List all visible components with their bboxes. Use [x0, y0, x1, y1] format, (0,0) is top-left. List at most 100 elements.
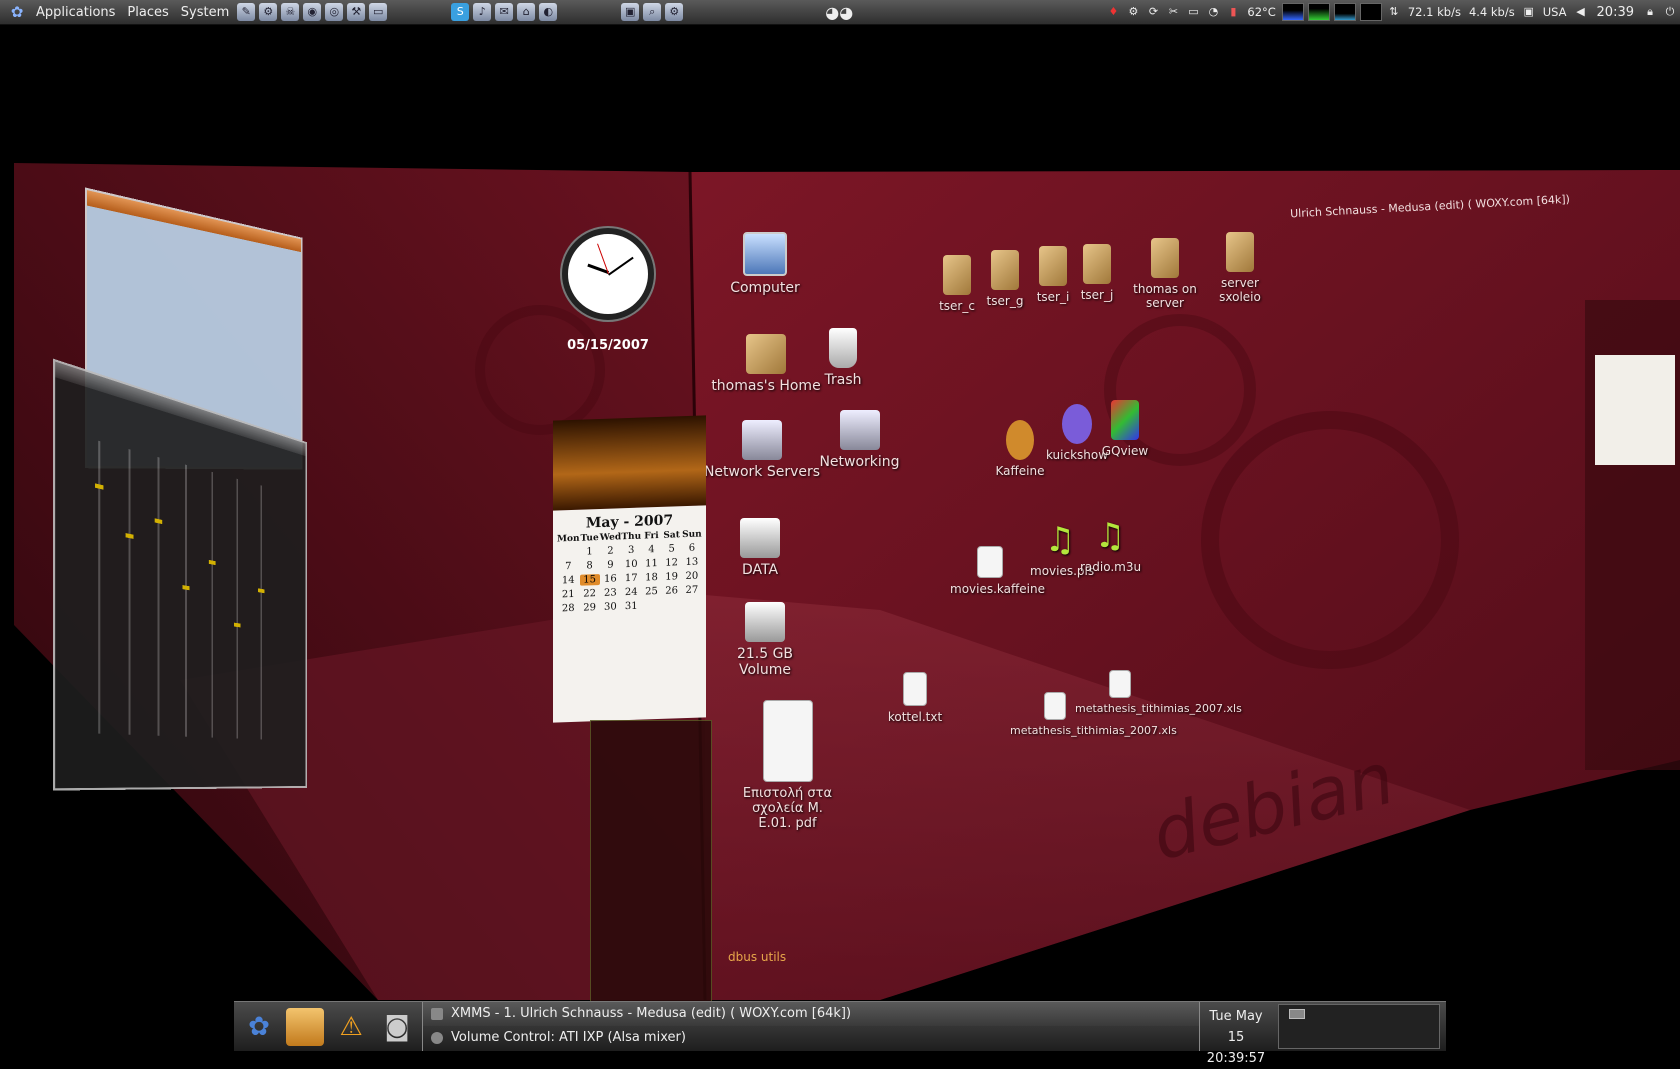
- chat-launcher-icon[interactable]: ✉: [495, 3, 514, 21]
- folder-label: server sxoleio: [1219, 276, 1261, 304]
- data-label: DATA: [741, 562, 779, 578]
- computer-label: Computer: [730, 280, 800, 296]
- network-servers-icon[interactable]: Network Servers: [702, 420, 822, 480]
- preferences-launcher-icon[interactable]: ⚙: [665, 3, 684, 21]
- cpu-freq-tray-icon[interactable]: ◔: [1205, 4, 1221, 20]
- calendar-day: 21: [561, 588, 575, 601]
- xls-label: metathesis_tithimias_2007.xls: [1010, 724, 1177, 737]
- network-monitor-icon[interactable]: ⇅: [1386, 4, 1402, 20]
- gqview-label: GQview: [1101, 444, 1149, 458]
- applet-tray-icon[interactable]: ⚙: [1125, 4, 1141, 20]
- radio-m3u-icon[interactable]: ♫ radio.m3u: [1080, 516, 1141, 574]
- gnome-foot-icon[interactable]: ✿: [8, 3, 26, 21]
- calendar-day: 22: [583, 588, 596, 600]
- computer-icon[interactable]: Computer: [720, 232, 810, 296]
- eyes-applet-icon: ◕◕: [825, 2, 854, 22]
- movies-kaffeine-icon[interactable]: movies.kaffeine: [950, 546, 1045, 596]
- task-xmms[interactable]: XMMS - 1. Ulrich Schnauss - Medusa (edit…: [423, 1002, 1199, 1026]
- calendar-day: 29: [583, 602, 596, 614]
- calendar-day: 19: [665, 571, 679, 583]
- keyboard-layout[interactable]: USA: [1543, 5, 1567, 19]
- kottel-txt-icon[interactable]: kottel.txt: [880, 672, 950, 724]
- places-menu[interactable]: Places: [121, 5, 174, 20]
- camera-launcher-icon[interactable]: ◙: [378, 1008, 416, 1046]
- folder-tser-i-icon[interactable]: tser_i: [1028, 246, 1078, 304]
- network-graph[interactable]: [1333, 3, 1356, 21]
- trash-label: Trash: [824, 372, 862, 388]
- folder-launcher-icon[interactable]: [286, 1007, 324, 1046]
- window-list: XMMS - 1. Ulrich Schnauss - Medusa (edit…: [422, 1002, 1200, 1051]
- screenshot-launcher-icon[interactable]: ▣: [621, 3, 640, 21]
- task-label: Volume Control: ATI IXP (Alsa mixer): [451, 1030, 686, 1045]
- load-graph[interactable]: [1359, 3, 1382, 21]
- calendar-day: [662, 599, 682, 611]
- volume-drive-icon[interactable]: 21.5 GB Volume: [710, 602, 820, 678]
- task-volume-control[interactable]: Volume Control: ATI IXP (Alsa mixer): [423, 1026, 1199, 1050]
- browser-launcher-icon[interactable]: ◎: [325, 3, 344, 21]
- folder-tser-g-icon[interactable]: tser_g: [980, 250, 1030, 308]
- panel-clock[interactable]: 20:39: [1597, 5, 1634, 20]
- warning-launcher-icon[interactable]: ⚠: [332, 1008, 370, 1046]
- lock-icon[interactable]: 🔒︎: [1642, 4, 1658, 20]
- temperature-readout: 62°C: [1247, 5, 1276, 19]
- firefox-launcher-icon[interactable]: ◐: [539, 3, 558, 21]
- minute-hand: [608, 256, 634, 276]
- calendar-day: 2: [607, 545, 614, 557]
- camera-launcher-icon[interactable]: ◉: [303, 3, 322, 21]
- volume-icon[interactable]: ◀: [1573, 4, 1589, 20]
- display-tray-icon[interactable]: ▭: [1185, 4, 1201, 20]
- update-tray-icon[interactable]: ⟳: [1145, 4, 1161, 20]
- power-icon[interactable]: ⏻: [1662, 4, 1678, 20]
- gnome-foot-launcher-icon[interactable]: ✿: [240, 1008, 278, 1046]
- bottom-panel: ✿ ⚠ ◙ XMMS - 1. Ulrich Schnauss - Medusa…: [234, 1001, 1446, 1066]
- clock-desklet: 05/15/2007: [562, 228, 654, 378]
- ruby-tray-icon[interactable]: ♦: [1105, 4, 1121, 20]
- calendar-photo: [553, 415, 706, 511]
- system-monitor-desklets: [590, 720, 712, 1002]
- bottom-clock[interactable]: Tue May 15 20:39:57: [1200, 1002, 1272, 1066]
- top-panel: ✿ Applications Places System ✎ ⚙ ☠ ◉ ◎ ⚒…: [0, 0, 1680, 25]
- calendar-day: 11: [645, 558, 658, 570]
- gqview-icon[interactable]: GQview: [1095, 400, 1155, 458]
- calendar-day: 25: [645, 586, 658, 598]
- calendar-day: 4: [648, 544, 655, 556]
- folder-tser-c-icon[interactable]: tser_c: [932, 255, 982, 313]
- calendar-day: [641, 600, 661, 612]
- calendar-day: 5: [668, 543, 675, 555]
- cut-tray-icon[interactable]: ✂: [1165, 4, 1181, 20]
- network-status-icon[interactable]: ▣: [1521, 4, 1537, 20]
- workspace-switcher[interactable]: [1278, 1004, 1440, 1049]
- net-download-rate: 72.1 kb/s: [1407, 5, 1461, 19]
- calendar-day: 10: [624, 558, 638, 571]
- system-menu[interactable]: System: [175, 5, 235, 20]
- pdf-document-icon[interactable]: Επιστολή στα σχολεία Μ. Ε.01. pdf: [740, 700, 835, 831]
- skype-launcher-icon[interactable]: S: [451, 3, 470, 21]
- calendar-day: 18: [645, 572, 658, 584]
- bottom-clock-day: Tue May 15: [1209, 1009, 1263, 1045]
- memory-graph[interactable]: [1307, 3, 1330, 21]
- cpu-graph[interactable]: [1281, 3, 1304, 21]
- search-launcher-icon[interactable]: ⌕: [643, 3, 662, 21]
- home-launcher-icon[interactable]: ⌂: [517, 3, 536, 21]
- networking-icon[interactable]: Networking: [812, 410, 907, 470]
- desktop-cube: debian Ulrich Schnauss - Medusa (edit) (…: [0, 0, 1680, 1050]
- home-folder-icon[interactable]: thomas's Home: [706, 334, 826, 394]
- calendar-day: 8: [586, 560, 593, 572]
- tools-launcher-icon[interactable]: ⚒: [347, 3, 366, 21]
- skull-launcher-icon[interactable]: ☠: [281, 3, 300, 21]
- folder-thomas-on-server-icon[interactable]: thomas on server: [1120, 238, 1210, 310]
- metathesis-xls-icon-2[interactable]: metathesis_tithimias_2007.xls: [1075, 670, 1242, 715]
- applications-menu[interactable]: Applications: [30, 5, 121, 20]
- folder-label: tser_c: [939, 299, 975, 313]
- settings-launcher-icon[interactable]: ⚙: [259, 3, 278, 21]
- calendar-grid: Mon Tue Wed Thu Fri Sat Sun 1 2 3 4 5 6 7 8 9 10 11 12 13 14…: [557, 529, 702, 614]
- calendar-day: 30: [604, 601, 617, 613]
- bottom-clock-time: 20:39:57: [1206, 1051, 1266, 1066]
- folder-tser-j-icon[interactable]: tser_j: [1072, 244, 1122, 302]
- data-drive-icon[interactable]: DATA: [720, 518, 800, 578]
- text-editor-launcher-icon[interactable]: ✎: [237, 3, 256, 21]
- media-launcher-icon[interactable]: ♪: [473, 3, 492, 21]
- folder-server-sxoleio-icon[interactable]: server sxoleio: [1200, 232, 1280, 304]
- terminal-launcher-icon[interactable]: ▭: [369, 3, 388, 21]
- right-edge-calendar: [1595, 355, 1675, 465]
